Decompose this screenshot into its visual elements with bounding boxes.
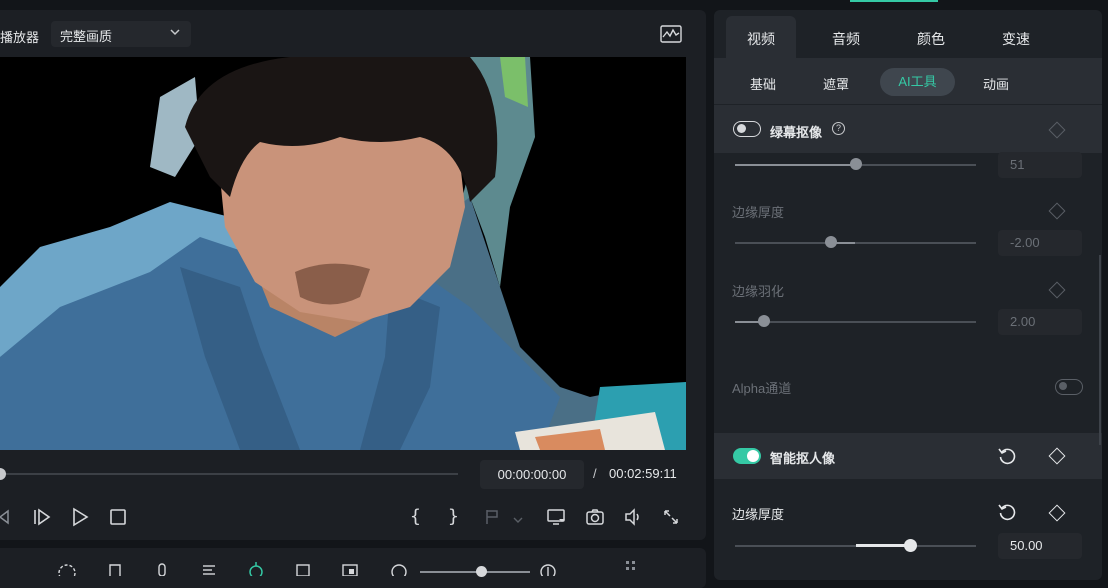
smart-edge-thickness-label: 边缘厚度 <box>732 507 785 522</box>
edge-feather-value[interactable]: 2.00 <box>998 309 1082 335</box>
alpha-channel-toggle[interactable] <box>1055 379 1083 395</box>
picture-in-picture-icon[interactable] <box>341 562 359 577</box>
smart-edge-thickness-slider-fill <box>855 544 911 547</box>
chevron-down-icon <box>169 26 181 38</box>
playback-progress-track[interactable] <box>0 473 458 475</box>
quality-select-label: 完整画质 <box>60 29 113 44</box>
grid-view-icon[interactable] <box>624 560 642 574</box>
waveform-monitor-icon[interactable] <box>660 25 682 43</box>
microphone-icon[interactable] <box>153 562 171 577</box>
alpha-channel-label: Alpha通道 <box>732 381 792 396</box>
edge-thickness-slider-track[interactable] <box>735 242 976 244</box>
zoom-in-icon[interactable] <box>539 562 557 580</box>
tab-color[interactable]: 颜色 <box>896 29 966 49</box>
properties-scrollbar[interactable] <box>1099 255 1101 445</box>
ai-tools-icon[interactable] <box>247 562 265 579</box>
snapshot-camera-icon[interactable] <box>585 507 605 527</box>
timecode-separator: / <box>593 466 597 481</box>
display-settings-icon[interactable] <box>546 507 566 527</box>
subtab-basic[interactable]: 基础 <box>750 74 776 93</box>
zoom-slider[interactable] <box>420 571 530 573</box>
reset-icon[interactable] <box>997 446 1017 466</box>
active-indicator <box>850 0 938 2</box>
tab-audio[interactable]: 音频 <box>811 29 881 49</box>
edge-feather-slider-track[interactable] <box>735 321 976 323</box>
tab-video[interactable]: 视频 <box>726 29 796 49</box>
previous-frame-icon[interactable] <box>0 507 14 527</box>
speed-icon[interactable] <box>58 562 76 582</box>
crop-icon[interactable] <box>294 562 312 577</box>
subtab-mask[interactable]: 遮罩 <box>823 74 849 93</box>
smart-cutout-toggle[interactable] <box>733 448 761 464</box>
volume-icon[interactable] <box>623 507 643 527</box>
marker-icon[interactable] <box>483 507 503 527</box>
stop-icon[interactable] <box>108 507 128 527</box>
reset-icon[interactable] <box>997 502 1017 522</box>
smart-edge-thickness-value[interactable]: 50.00 <box>998 533 1082 559</box>
total-duration: 00:02:59:11 <box>609 466 677 481</box>
green-screen-label: 绿幕抠像 <box>770 125 823 140</box>
next-frame-icon[interactable] <box>32 507 52 527</box>
player-title: 播放器 <box>0 30 40 45</box>
play-icon[interactable] <box>70 507 90 527</box>
green-screen-slider-fill <box>735 164 856 166</box>
zoom-out-icon[interactable] <box>390 562 408 580</box>
fullscreen-icon[interactable] <box>661 507 681 527</box>
edge-feather-slider-thumb[interactable] <box>757 315 770 327</box>
help-icon[interactable]: ? <box>832 122 845 135</box>
current-timecode[interactable]: 00:00:00:00 <box>480 460 584 489</box>
green-screen-value[interactable]: 51 <box>998 152 1082 178</box>
edge-thickness-value[interactable]: -2.00 <box>998 230 1082 256</box>
mark-out-icon[interactable]: } <box>448 506 459 527</box>
subtitle-icon[interactable] <box>200 562 218 576</box>
chevron-down-icon[interactable] <box>512 513 524 523</box>
subtab-animation[interactable]: 动画 <box>983 74 1009 93</box>
subtab-ai-tools[interactable]: AI工具 <box>880 68 955 96</box>
mark-in-icon[interactable]: { <box>410 506 421 527</box>
bookmark-icon[interactable] <box>106 562 124 576</box>
smart-cutout-label: 智能抠人像 <box>770 451 836 466</box>
video-frame-image <box>0 57 686 450</box>
green-screen-slider-thumb[interactable] <box>849 158 862 170</box>
tab-speed[interactable]: 变速 <box>981 29 1051 49</box>
edge-thickness-label: 边缘厚度 <box>732 205 785 220</box>
quality-select[interactable]: 完整画质 <box>51 21 191 47</box>
video-preview[interactable] <box>0 57 686 450</box>
edge-feather-label: 边缘羽化 <box>732 284 785 299</box>
zoom-slider-thumb[interactable] <box>476 566 487 577</box>
green-screen-toggle[interactable] <box>733 121 761 137</box>
